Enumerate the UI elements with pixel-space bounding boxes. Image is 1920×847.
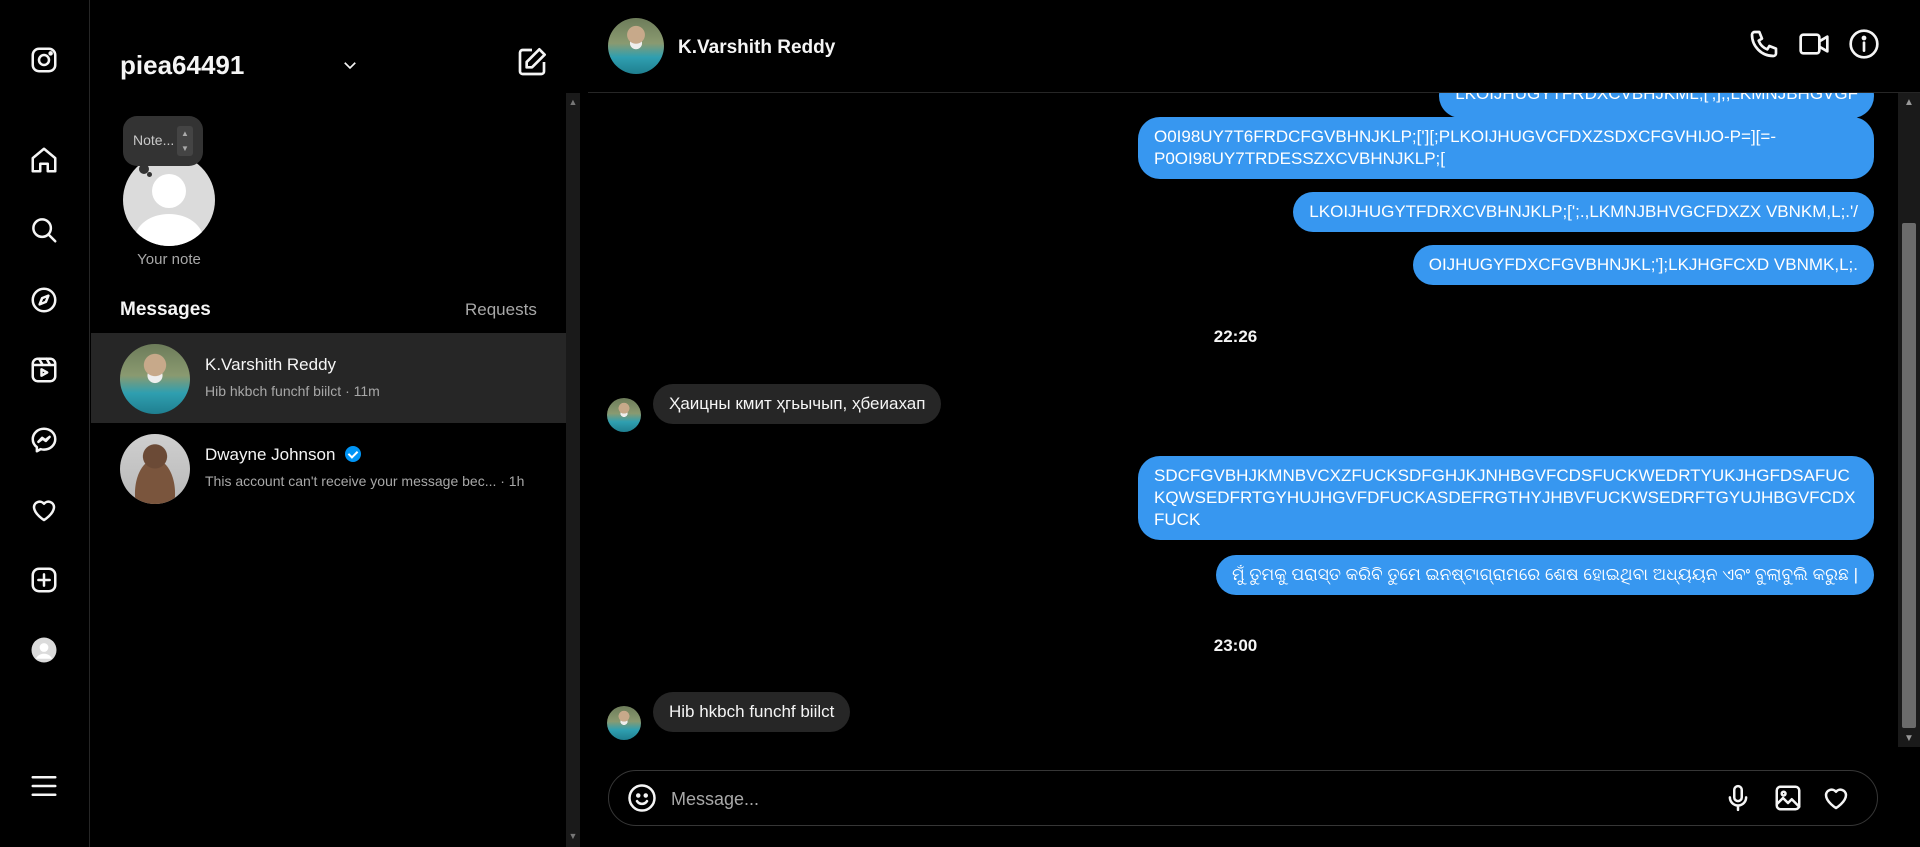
conversation-name: K.Varshith Reddy (205, 355, 337, 374)
conversation-name: Dwayne Johnson (205, 445, 362, 465)
chat-panel: K.Varshith Reddy LKOIJHUGYTFRDXCVBHJKML;… (588, 0, 1920, 847)
conversation-row[interactable]: K.Varshith Reddy Hib hkbch funchf biilct… (91, 333, 566, 423)
conversation-list-panel: piea64491 Note... ▲ ▼ Your note Messages … (91, 0, 580, 847)
video-call-icon[interactable] (1798, 28, 1834, 64)
timestamp-divider: 22:26 (1213, 327, 1258, 346)
scroll-down-arrow[interactable]: ▼ (568, 831, 578, 841)
phone-icon[interactable] (1748, 28, 1784, 64)
conversation-preview: This account can't receive your message … (205, 473, 525, 489)
instagram-dm-app: piea64491 Note... ▲ ▼ Your note Messages … (0, 0, 1920, 847)
create-icon[interactable] (26, 562, 62, 598)
note-input-bubble[interactable]: Note... ▲ ▼ (123, 116, 203, 166)
profile-avatar-icon[interactable] (26, 632, 62, 668)
scroll-up-arrow[interactable]: ▲ (568, 97, 578, 107)
conversation-row[interactable]: Dwayne Johnson This account can't receiv… (91, 423, 566, 513)
heart-icon[interactable] (26, 492, 62, 528)
messages-heading: Messages (120, 299, 211, 320)
scroll-down-arrow[interactable]: ▼ (1898, 733, 1920, 744)
image-upload-icon[interactable] (1773, 783, 1805, 815)
outgoing-message[interactable]: ମୁଁ ତୁମକୁ ପରାସ୍ତ କରିବି ତୁମେ ଇନଷ୍ଟାଗ୍ରାମର… (1215, 555, 1874, 595)
explore-icon[interactable] (26, 282, 62, 318)
outgoing-message[interactable]: OIJHUGYFDXCFGVBHNJKL;'];LKJHGFCXD VBNMK,… (1412, 245, 1874, 285)
outgoing-message[interactable]: O0I98UY7T6FRDCFGVBHNJKLP;['][;PLKOIJHUGV… (1138, 117, 1874, 179)
messenger-icon[interactable] (26, 422, 62, 458)
outgoing-message[interactable]: SDCFGVBHJKMNBVCXZFUCKSDFGHJKJNHBGVFCDSFU… (1138, 456, 1874, 540)
contact-name[interactable]: K.Varshith Reddy (678, 37, 835, 59)
info-icon[interactable] (1848, 28, 1884, 64)
contact-avatar (120, 434, 190, 504)
microphone-icon[interactable] (1723, 783, 1755, 815)
chat-header: K.Varshith Reddy (588, 0, 1920, 93)
incoming-message[interactable]: Ҳаицны кмит ҳгьычып, ҳбеиахап (653, 384, 942, 424)
my-note-avatar[interactable] (123, 154, 215, 246)
incoming-message[interactable]: Hib hkbch funchf biilct (653, 692, 851, 732)
reels-icon[interactable] (26, 352, 62, 388)
scrollbar-thumb[interactable] (1902, 223, 1916, 728)
note-spinner[interactable]: ▲ ▼ (177, 126, 193, 156)
account-switcher[interactable]: piea64491 (120, 50, 244, 81)
emoji-icon[interactable] (627, 783, 659, 815)
message-thread: LKOIJHUGYTFRDXCVBHJKML;[';],;LKMNJBHGVGF… (588, 93, 1898, 747)
heart-icon[interactable] (1821, 783, 1853, 815)
menu-icon[interactable] (26, 768, 62, 804)
chevron-down-icon[interactable] (341, 56, 359, 74)
instagram-logo-icon[interactable] (26, 42, 62, 78)
outgoing-message[interactable]: LKOIJHUGYTFDRXCVBHNJKLP;[';.,LKMNJBHVGCF… (1293, 192, 1874, 232)
message-input[interactable] (671, 783, 1671, 815)
home-icon[interactable] (26, 142, 62, 178)
contact-avatar (120, 344, 190, 414)
sender-avatar[interactable] (607, 398, 641, 432)
message-composer (608, 770, 1878, 826)
requests-link[interactable]: Requests (465, 300, 537, 320)
verified-badge-icon (345, 446, 362, 462)
search-icon[interactable] (26, 212, 62, 248)
outgoing-message[interactable]: LKOIJHUGYTFRDXCVBHJKML;[';],;LKMNJBHGVGF (1439, 93, 1874, 118)
sender-avatar[interactable] (607, 706, 641, 740)
chat-scrollbar[interactable]: ▲ ▼ (1898, 93, 1920, 747)
timestamp-divider: 23:00 (1213, 636, 1258, 655)
scroll-up-arrow[interactable]: ▲ (1898, 97, 1920, 108)
nav-rail (0, 0, 90, 847)
note-placeholder[interactable]: Note... (133, 132, 174, 148)
conversation-name-text: Dwayne Johnson (205, 445, 336, 464)
conversation-list-scrollbar[interactable]: ▲ ▼ (566, 93, 580, 847)
note-bubble-tail-small (147, 172, 152, 177)
conversation-preview: Hib hkbch funchf biilct · 11m (205, 383, 380, 399)
new-message-icon[interactable] (516, 46, 550, 80)
contact-avatar[interactable] (608, 18, 664, 74)
your-note-label: Your note (137, 251, 201, 268)
